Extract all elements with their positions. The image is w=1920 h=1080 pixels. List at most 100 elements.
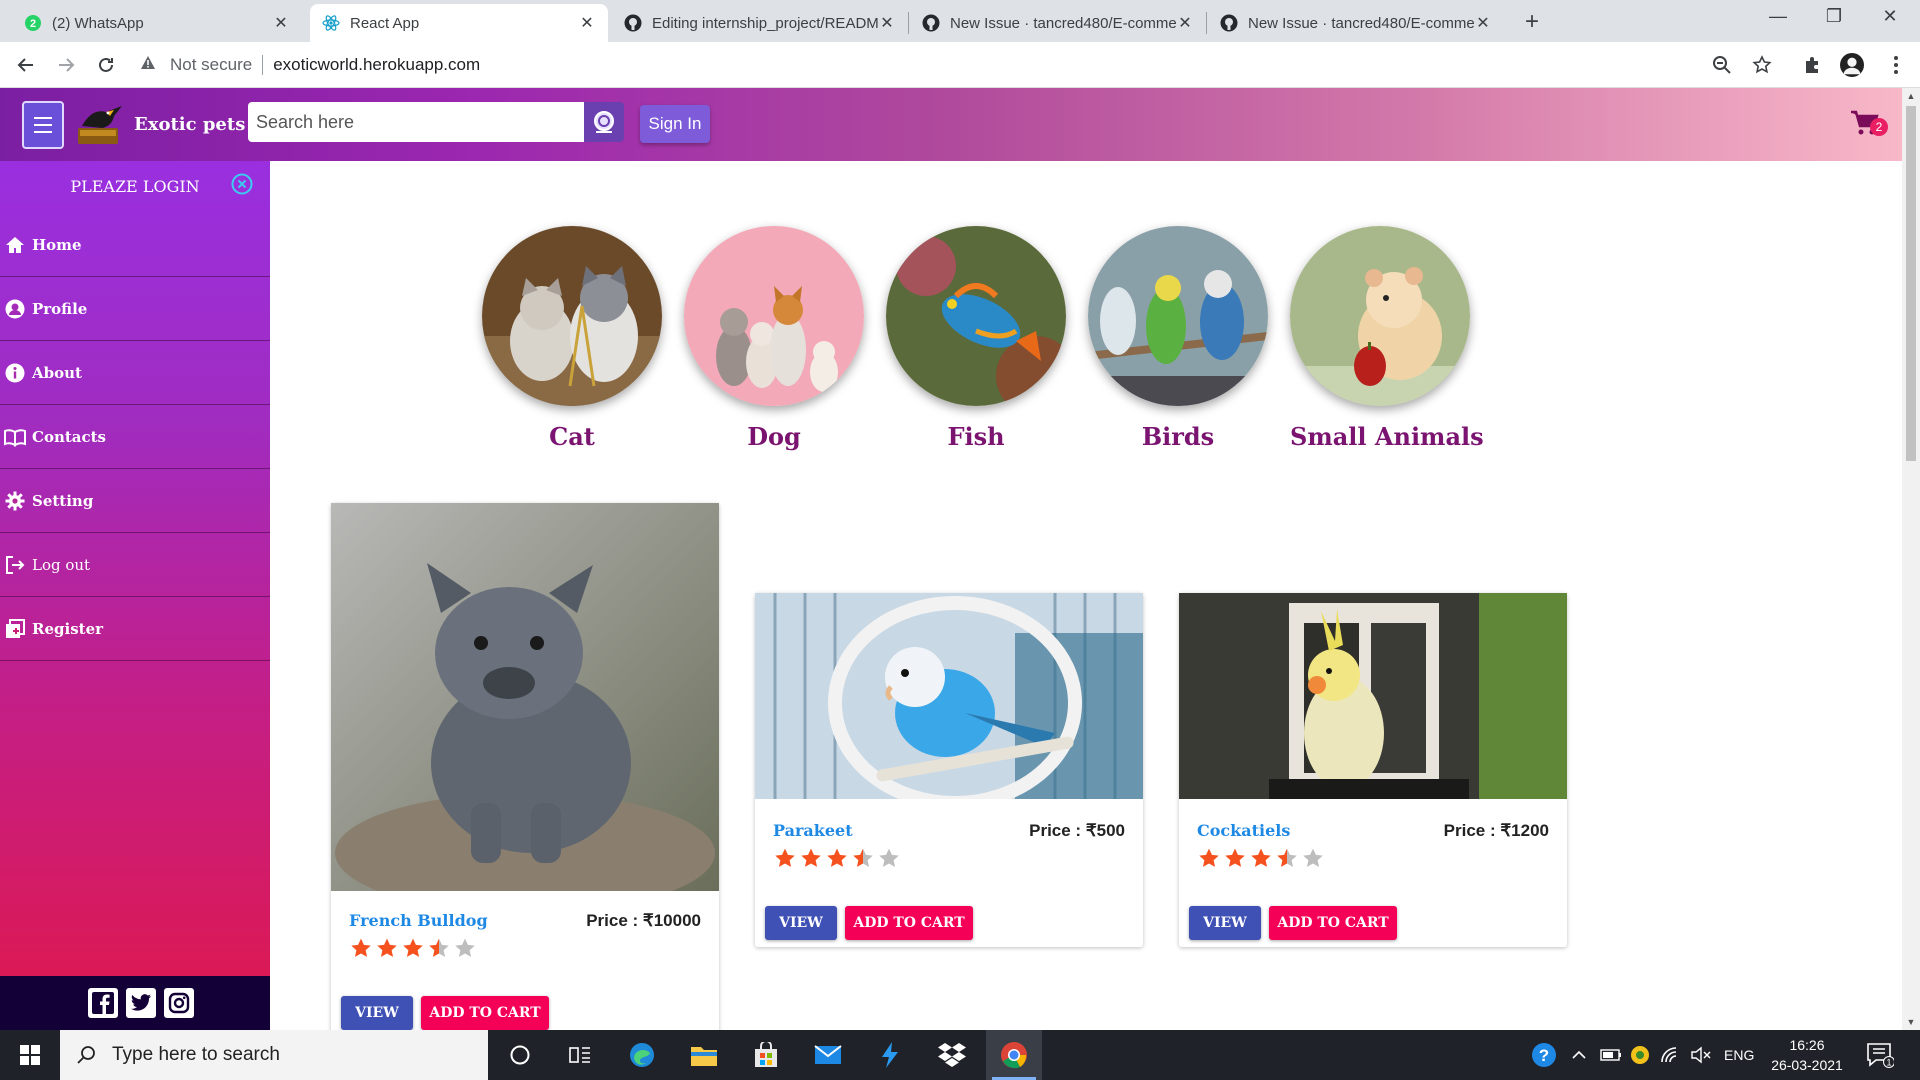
- task-view-icon[interactable]: [552, 1030, 608, 1080]
- view-button[interactable]: VIEW: [1189, 906, 1261, 940]
- forward-icon[interactable]: [52, 51, 80, 79]
- tab-react-app[interactable]: React App ✕: [310, 4, 608, 42]
- product-name[interactable]: Cockatiels: [1197, 821, 1290, 840]
- language-indicator[interactable]: ENG: [1724, 1030, 1754, 1080]
- product-price: Price : ₹500: [1029, 821, 1125, 840]
- scroll-up-icon[interactable]: ▲: [1902, 88, 1920, 104]
- taskbar-search-box[interactable]: Type here to search: [60, 1030, 488, 1080]
- close-sidebar-icon[interactable]: [231, 173, 253, 195]
- help-icon[interactable]: ?: [1530, 1030, 1558, 1080]
- tab-title: New Issue · tancred480/E-comme: [1248, 14, 1474, 32]
- add-to-cart-button[interactable]: ADD TO CART: [421, 996, 549, 1030]
- info-icon: [4, 362, 26, 384]
- new-tab-button[interactable]: +: [1518, 8, 1546, 36]
- profile-avatar[interactable]: [1840, 53, 1864, 77]
- sign-in-button[interactable]: Sign In: [640, 105, 710, 143]
- windows-start-icon[interactable]: [2, 1030, 58, 1080]
- search-button[interactable]: [584, 102, 624, 142]
- category-fish[interactable]: Fish: [886, 226, 1066, 451]
- close-window-icon[interactable]: ✕: [1870, 6, 1910, 27]
- product-name[interactable]: Parakeet: [773, 821, 853, 840]
- product-card-french-bulldog: French Bulldog Price : ₹10000 VIEW ADD T…: [331, 503, 719, 1033]
- close-tab-icon[interactable]: ✕: [1474, 13, 1492, 33]
- star-filled-icon: [377, 938, 397, 957]
- menu-toggle-button[interactable]: [22, 101, 64, 149]
- rating-stars: [349, 937, 477, 959]
- scrollbar-thumb[interactable]: [1906, 106, 1916, 461]
- file-explorer-icon[interactable]: [676, 1030, 732, 1080]
- star-empty-icon: [879, 848, 899, 867]
- whatsapp-icon: 2: [24, 14, 42, 32]
- notifications-icon[interactable]: 1: [1866, 1030, 1894, 1080]
- instagram-icon[interactable]: [164, 988, 194, 1018]
- view-button[interactable]: VIEW: [341, 996, 413, 1030]
- add-to-cart-button[interactable]: ADD TO CART: [845, 906, 973, 940]
- sidebar-item-label: Home: [32, 235, 82, 254]
- category-birds[interactable]: Birds: [1088, 226, 1268, 451]
- search-input[interactable]: [248, 102, 584, 142]
- bookmark-star-icon[interactable]: [1750, 53, 1774, 77]
- tab-github-issue-1[interactable]: New Issue · tancred480/E-comme ✕: [910, 4, 1206, 42]
- restore-icon[interactable]: ❐: [1814, 6, 1854, 27]
- rating-stars: [1197, 847, 1325, 869]
- tab-github-issue-2[interactable]: New Issue · tancred480/E-comme ✕: [1208, 4, 1504, 42]
- sidebar-item-contacts[interactable]: Contacts: [0, 405, 270, 469]
- close-tab-icon[interactable]: ✕: [1176, 13, 1194, 33]
- sidebar-item-register[interactable]: Register: [0, 597, 270, 661]
- facebook-icon[interactable]: [88, 988, 118, 1018]
- cortana-icon[interactable]: [492, 1030, 548, 1080]
- category-cat[interactable]: Cat: [482, 226, 662, 451]
- edge-icon[interactable]: [614, 1030, 670, 1080]
- taskbar-clock[interactable]: 16:26 26-03-2021: [1762, 1035, 1852, 1075]
- tab-separator: [1206, 12, 1207, 34]
- sidebar-item-logout[interactable]: Log out: [0, 533, 270, 597]
- address-bar[interactable]: Not secure exoticworld.herokuapp.com: [140, 48, 1780, 82]
- volume-muted-icon[interactable]: [1690, 1030, 1712, 1080]
- minimize-icon[interactable]: —: [1758, 6, 1798, 27]
- sidebar-item-setting[interactable]: Setting: [0, 469, 270, 533]
- chrome-icon[interactable]: [986, 1030, 1042, 1080]
- star-empty-icon: [1303, 848, 1323, 867]
- category-label: Birds: [1141, 422, 1215, 451]
- reload-icon[interactable]: [92, 51, 120, 79]
- vscode-icon[interactable]: [862, 1030, 918, 1080]
- zoom-icon[interactable]: [1710, 53, 1734, 77]
- wifi-icon[interactable]: [1660, 1030, 1680, 1080]
- add-to-cart-button[interactable]: ADD TO CART: [1269, 906, 1397, 940]
- svg-text:2: 2: [30, 18, 36, 30]
- store-icon[interactable]: [738, 1030, 794, 1080]
- brand-logo[interactable]: [72, 102, 130, 146]
- close-tab-icon[interactable]: ✕: [272, 13, 290, 33]
- close-tab-icon[interactable]: ✕: [878, 13, 896, 33]
- cockatiels-image[interactable]: [1179, 593, 1567, 799]
- battery-icon[interactable]: [1600, 1030, 1622, 1080]
- browser-menu-icon[interactable]: [1884, 53, 1908, 77]
- page-scrollbar[interactable]: ▲ ▼: [1902, 88, 1920, 1030]
- sidebar-item-home[interactable]: Home: [0, 213, 270, 277]
- dropbox-icon[interactable]: [924, 1030, 980, 1080]
- product-name[interactable]: French Bulldog: [349, 911, 488, 930]
- small-animals-image: [1290, 226, 1470, 406]
- scroll-down-icon[interactable]: ▼: [1902, 1014, 1920, 1030]
- tab-whatsapp[interactable]: 2 (2) WhatsApp ✕: [12, 4, 302, 42]
- sidebar-item-about[interactable]: About: [0, 341, 270, 405]
- brand-name[interactable]: Exotic pets: [134, 114, 245, 135]
- sidebar-item-profile[interactable]: Profile: [0, 277, 270, 341]
- parakeet-image[interactable]: [755, 593, 1143, 799]
- french-bulldog-image[interactable]: [331, 503, 719, 891]
- category-dog[interactable]: Dog: [684, 226, 864, 451]
- view-button[interactable]: VIEW: [765, 906, 837, 940]
- category-small-animals[interactable]: Small Animals: [1290, 226, 1484, 451]
- tab-github-readme[interactable]: Editing internship_project/READM ✕: [612, 4, 908, 42]
- back-icon[interactable]: [12, 51, 40, 79]
- category-label: Dog: [747, 422, 801, 451]
- sidebar-item-label: Contacts: [32, 427, 107, 446]
- app-tray-icon[interactable]: [1630, 1030, 1650, 1080]
- tray-overflow-icon[interactable]: [1572, 1030, 1586, 1080]
- twitter-icon[interactable]: [126, 988, 156, 1018]
- mail-icon[interactable]: [800, 1030, 856, 1080]
- extensions-icon[interactable]: [1800, 53, 1824, 77]
- tab-title: Editing internship_project/READM: [652, 14, 878, 32]
- login-prompt[interactable]: PLEAZE LOGIN: [0, 177, 270, 196]
- close-tab-icon[interactable]: ✕: [578, 13, 596, 33]
